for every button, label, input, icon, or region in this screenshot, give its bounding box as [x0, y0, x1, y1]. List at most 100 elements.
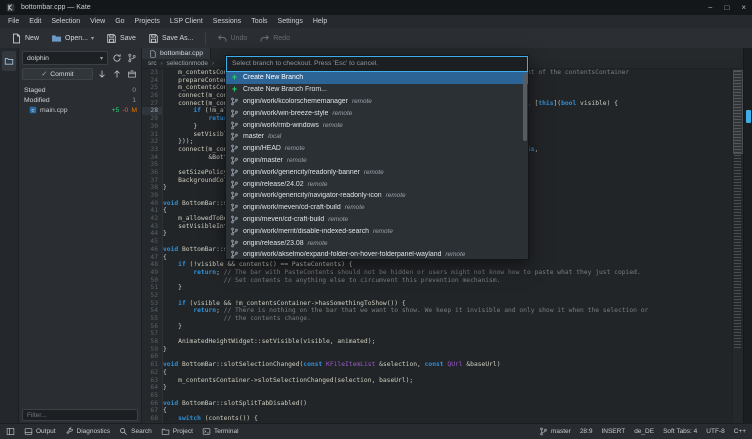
popup-scrollbar-handle[interactable] [523, 73, 527, 141]
toolbar-redo-button[interactable]: Redo [253, 30, 296, 46]
branch-scope-tag: remote [323, 122, 343, 129]
branch-item[interactable]: origin/masterremote [226, 155, 528, 167]
menu-sessions[interactable]: Sessions [208, 15, 246, 28]
git-section-label: Staged [24, 87, 46, 94]
code-line: return; // There is nothing on the bar t… [163, 307, 733, 315]
statusbar-project-button[interactable]: Project [161, 427, 193, 436]
branch-item[interactable]: origin/release/23.08remote [226, 237, 528, 249]
statusbar-search-button[interactable]: Search [119, 427, 152, 436]
branch-label: Create New Branch [243, 74, 303, 81]
commit-button[interactable]: ✓ Commit [22, 68, 93, 80]
tab-bottombar-cpp[interactable]: bottombar.cpp [142, 48, 211, 59]
minimize-button[interactable]: − [708, 0, 713, 15]
line-number: 40 [142, 200, 162, 208]
menu-file[interactable]: File [3, 15, 24, 28]
branch-item[interactable]: origin/meven/cd-craft-buildremote [226, 214, 528, 226]
menubar: FileEditSelectionViewGoProjectsLSP Clien… [0, 15, 752, 28]
statusbar-terminal-label: Terminal [214, 428, 239, 435]
project-selector[interactable]: dolphin ▾ [22, 51, 108, 65]
minimap-viewport[interactable] [733, 70, 743, 154]
git-status-tree: Staged0Modified1Cmain.cpp+5-0M [19, 85, 141, 115]
branch-scope-tag: local [268, 133, 281, 140]
statusbar-tab-mode[interactable]: Soft Tabs: 4 [663, 428, 697, 435]
maximize-button[interactable]: □ [724, 0, 729, 15]
line-number: 39 [142, 192, 162, 200]
branch-item[interactable]: origin/work/win-breeze-styleremote [226, 107, 528, 119]
toolbar-undo-button[interactable]: Undo [211, 30, 254, 46]
document-new-icon [11, 33, 22, 44]
statusbar-dictionary[interactable]: de_DE [634, 428, 654, 435]
branch-item[interactable]: origin/work/genericity/readonly-bannerre… [226, 166, 528, 178]
branch-filter-input[interactable]: Select branch to checkout. Press 'Esc' t… [226, 56, 528, 72]
menu-edit[interactable]: Edit [24, 15, 46, 28]
chevron-right-icon: › [212, 60, 214, 67]
line-number: 61 [142, 361, 162, 369]
toolbar-open-button[interactable]: Open...▾ [45, 30, 100, 46]
project-icon [4, 56, 14, 66]
add-icon: + [230, 73, 239, 82]
git-section-modified[interactable]: Modified1 [19, 95, 141, 105]
line-number: 48 [142, 261, 162, 269]
git-file-row[interactable]: Cmain.cpp+5-0M [19, 105, 141, 115]
line-number: 46 [142, 246, 162, 254]
git-section-staged[interactable]: Staged0 [19, 85, 141, 95]
line-number: 32 [142, 138, 162, 146]
branch-item[interactable]: origin/HEADremote [226, 143, 528, 155]
toolbar-new-button[interactable]: New [5, 30, 45, 46]
menu-settings[interactable]: Settings [273, 15, 308, 28]
branch-item[interactable]: origin/work/kcolorschememanagerremote [226, 96, 528, 108]
menu-projects[interactable]: Projects [130, 15, 165, 28]
branch-icon [230, 156, 239, 165]
toolview-menu-button[interactable] [6, 427, 15, 436]
search-icon [119, 427, 128, 436]
breadcrumb-item[interactable]: selectionmode [167, 60, 208, 67]
statusbar-input-mode[interactable]: INSERT [601, 428, 625, 435]
refresh-button[interactable] [111, 52, 123, 64]
checkout-branch-button[interactable] [126, 52, 138, 64]
menu-help[interactable]: Help [308, 15, 332, 28]
menu-tools[interactable]: Tools [246, 15, 272, 28]
line-number: 55 [142, 315, 162, 323]
filter-input[interactable] [22, 409, 138, 421]
statusbar-highlight-mode[interactable]: C++ [734, 428, 746, 435]
statusbar-git-branch[interactable]: master [539, 427, 571, 436]
branch-scope-tag: remote [308, 181, 328, 188]
branch-item[interactable]: origin/work/akselmo/expand-folder-on-hov… [226, 249, 528, 259]
toolbar-save-as-button[interactable]: Save As... [142, 30, 200, 46]
statusbar-output-button[interactable]: Output [24, 427, 56, 436]
statusbar-cursor-position[interactable]: 28:9 [580, 428, 593, 435]
statusbar-terminal-button[interactable]: Terminal [202, 427, 239, 436]
code-line: // the contents change. [163, 315, 733, 323]
menu-view[interactable]: View [85, 15, 110, 28]
branch-item[interactable]: origin/work/rmb-windowsremote [226, 119, 528, 131]
cpp-file-icon: C [29, 106, 37, 114]
statusbar-encoding[interactable]: UTF-8 [706, 428, 724, 435]
branch-item[interactable]: masterlocal [226, 131, 528, 143]
menu-selection[interactable]: Selection [46, 15, 85, 28]
branch-item[interactable]: origin/work/merrit/disable-indexed-searc… [226, 225, 528, 237]
statusbar-highlight-mode-value: C++ [734, 428, 746, 435]
menu-lsp-client[interactable]: LSP Client [165, 15, 208, 28]
branch-scope-tag: remote [332, 110, 352, 117]
menu-go[interactable]: Go [110, 15, 129, 28]
branch-label: origin/release/23.08 [243, 240, 304, 247]
minimap-scrollbar[interactable] [732, 69, 743, 424]
close-button[interactable]: × [741, 0, 746, 15]
documents-tool-icon[interactable] [746, 110, 751, 123]
branch-item[interactable]: + Create New Branch [226, 72, 528, 84]
statusbar-diagnostics-button[interactable]: Diagnostics [65, 427, 111, 436]
toolbar-save-button[interactable]: Save [100, 30, 142, 46]
check-icon: ✓ [41, 70, 47, 78]
stash-button[interactable] [126, 68, 138, 80]
line-number: 68 [142, 415, 162, 423]
push-button[interactable] [111, 68, 123, 80]
branch-item[interactable]: origin/work/meven/cd-craft-buildremote [226, 202, 528, 214]
pull-button[interactable] [96, 68, 108, 80]
branch-item[interactable]: +Create New Branch From... [226, 84, 528, 96]
projects-toolview-button[interactable] [2, 51, 16, 71]
branch-item[interactable]: origin/release/24.02remote [226, 178, 528, 190]
branch-item[interactable]: origin/work/genericity/navigator-readonl… [226, 190, 528, 202]
popup-scrollbar[interactable] [523, 72, 527, 257]
breadcrumb-item[interactable]: src [148, 60, 157, 67]
line-number: 51 [142, 284, 162, 292]
